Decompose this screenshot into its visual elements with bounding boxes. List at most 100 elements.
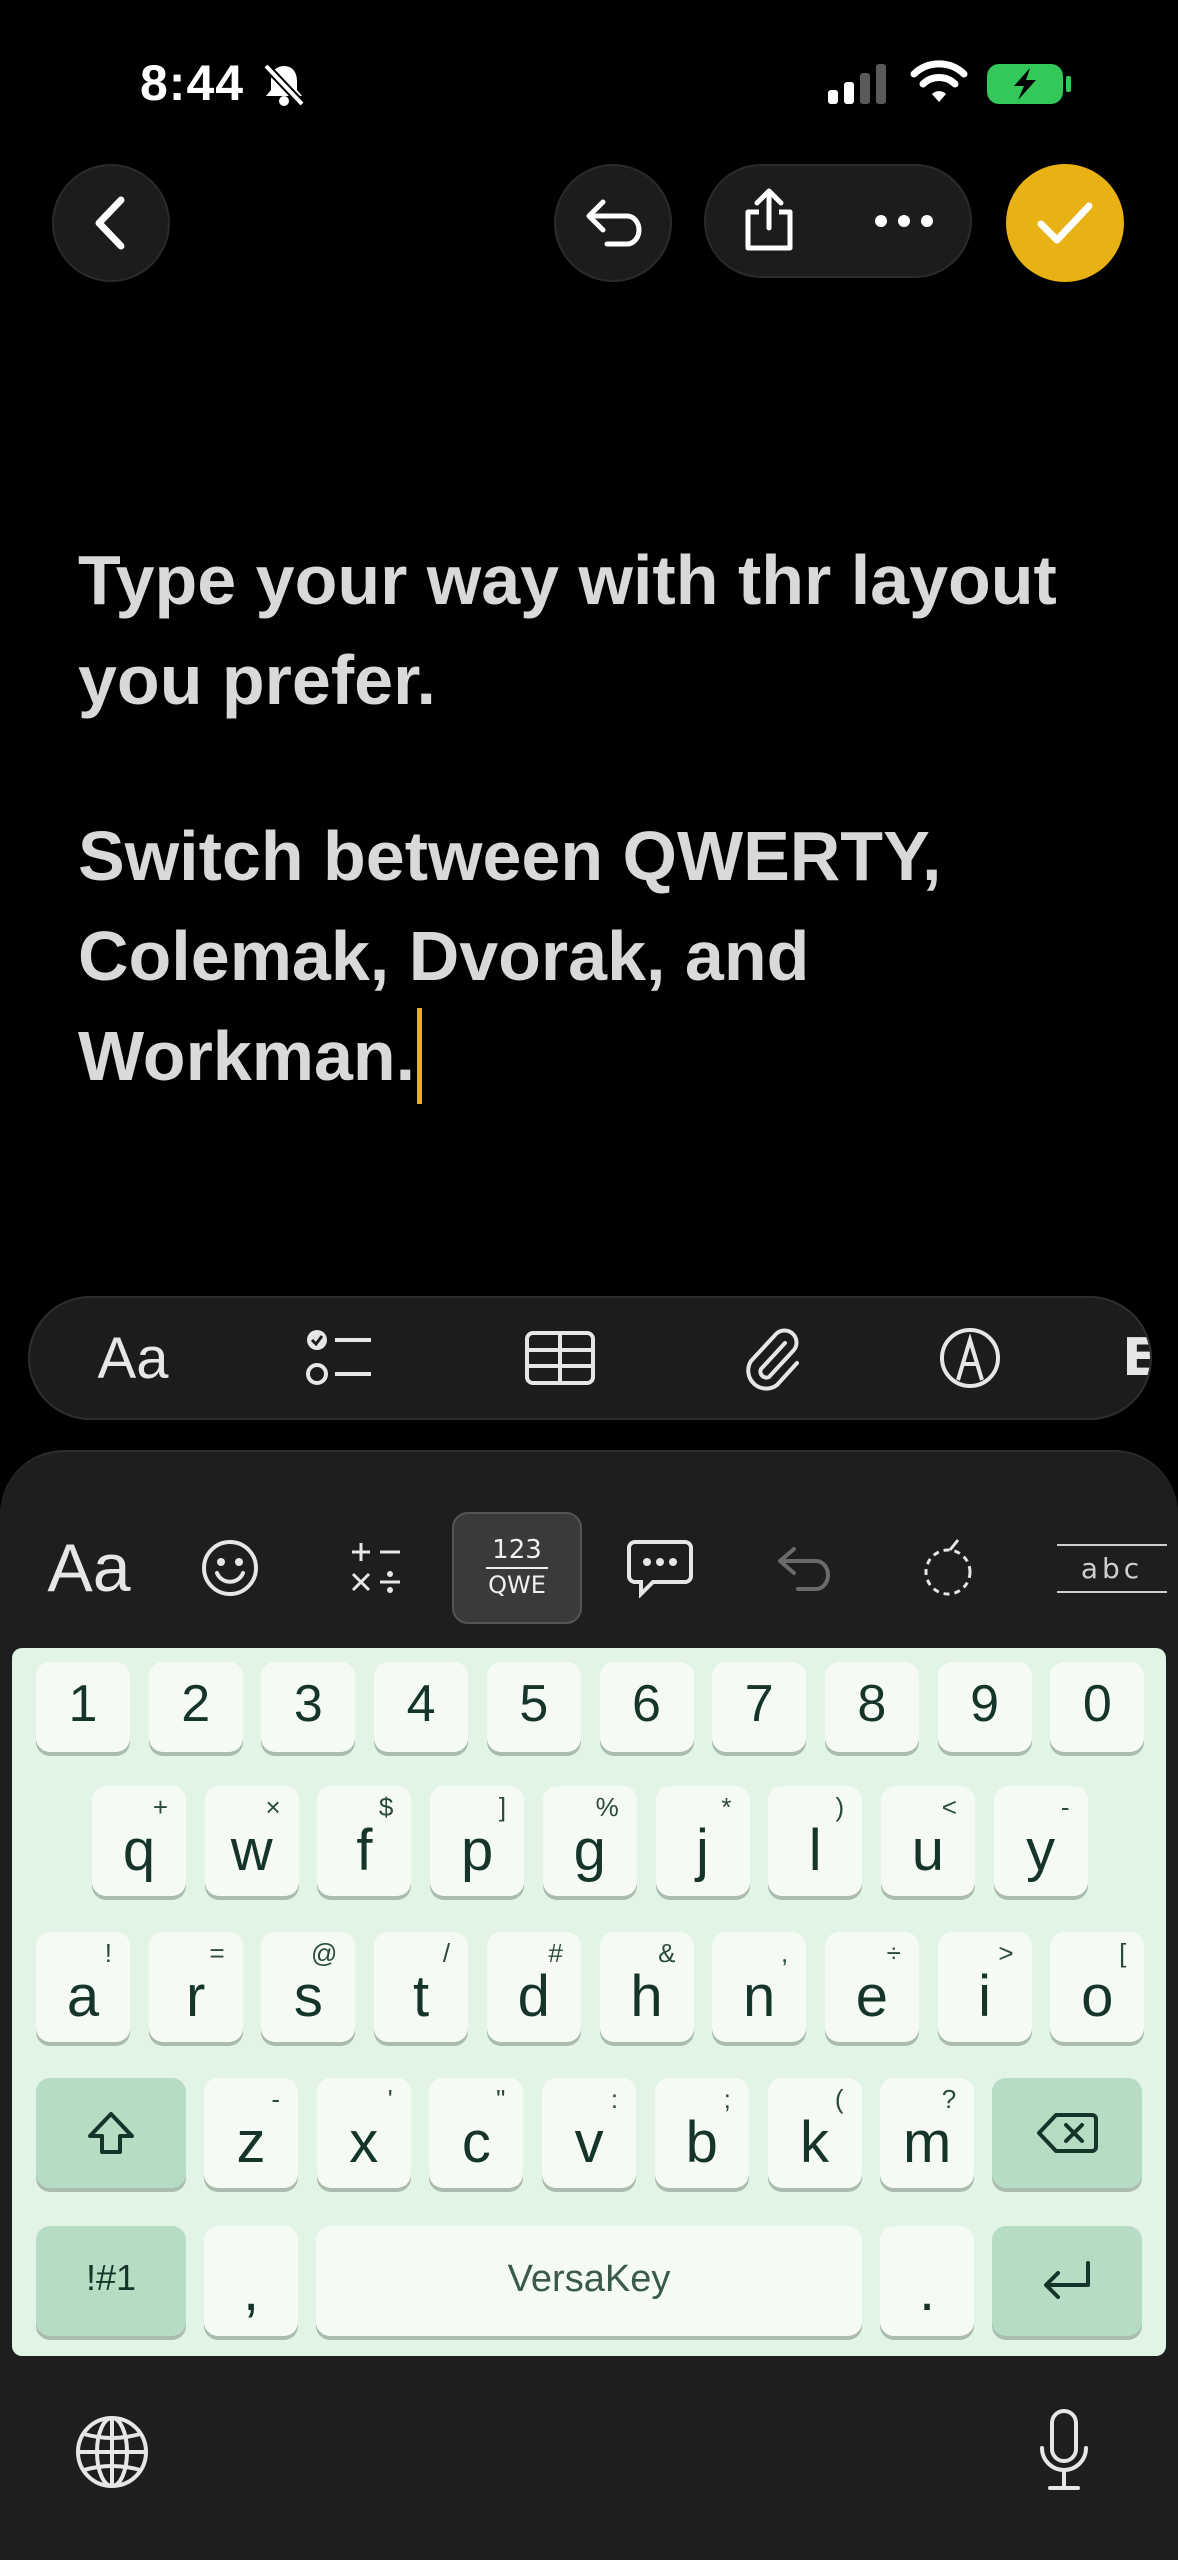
layout-toggle-button[interactable]: 123 QWE: [452, 1512, 582, 1624]
key-7-label: 7: [744, 1675, 774, 1733]
checklist-button[interactable]: [280, 1298, 400, 1418]
shift-key[interactable]: [36, 2078, 186, 2188]
key-i[interactable]: i >: [937, 1932, 1032, 2042]
key-0[interactable]: 0: [1050, 1662, 1145, 1752]
symbols-key[interactable]: !#1: [36, 2226, 186, 2336]
calculator-button[interactable]: [336, 1510, 416, 1626]
key-u[interactable]: u <: [880, 1786, 975, 1896]
key-c-label: c: [461, 2110, 491, 2175]
key-d[interactable]: d #: [486, 1932, 581, 2042]
key-x[interactable]: x ': [316, 2078, 411, 2188]
format-toolbar-overflow-item[interactable]: E: [1110, 1298, 1150, 1418]
lasso-icon: [924, 1539, 972, 1596]
period-key[interactable]: .: [880, 2226, 974, 2336]
key-r[interactable]: r =: [148, 1932, 243, 2042]
key-j[interactable]: j *: [655, 1786, 750, 1896]
share-icon[interactable]: [742, 188, 796, 254]
table-button[interactable]: [500, 1298, 620, 1418]
key-9[interactable]: 9: [937, 1662, 1032, 1752]
key-g[interactable]: g%: [542, 1786, 637, 1896]
key-z[interactable]: z-: [204, 2078, 298, 2188]
key-6-label: 6: [632, 1675, 661, 1733]
key-f[interactable]: f $: [317, 1786, 412, 1896]
key-h[interactable]: h &: [599, 1932, 694, 2042]
key-l-label: l: [808, 1818, 822, 1883]
return-key[interactable]: [992, 2226, 1142, 2336]
markup-button[interactable]: [910, 1298, 1030, 1418]
key-1[interactable]: 1: [36, 1662, 130, 1752]
key-i-alt-label: >: [998, 1938, 1014, 1968]
key-7[interactable]: 7: [712, 1662, 807, 1752]
abc-layout-button[interactable]: abc: [1052, 1510, 1172, 1626]
key-b[interactable]: b;: [654, 2078, 749, 2188]
key-g-alt-label: %: [595, 1792, 619, 1822]
key-0-label: 0: [1082, 1675, 1112, 1733]
share-more-group: [704, 164, 972, 278]
keyboard-text-style-button[interactable]: Aa: [44, 1510, 134, 1626]
key-c[interactable]: c ": [429, 2078, 524, 2188]
key-u-label: u: [911, 1818, 945, 1883]
key-2[interactable]: 2: [148, 1662, 243, 1752]
key-3[interactable]: 3: [261, 1662, 356, 1752]
key-s[interactable]: s @: [261, 1932, 356, 2042]
smiley-icon: [202, 1540, 258, 1596]
key-n-label: n: [743, 1964, 776, 2029]
dictation-button[interactable]: [1036, 2408, 1092, 2498]
delete-key[interactable]: [992, 2078, 1142, 2188]
chevron-left-icon: [95, 196, 125, 250]
key-8[interactable]: 8: [824, 1662, 919, 1752]
key-r-label: r: [186, 1964, 206, 2029]
lasso-button[interactable]: [908, 1510, 988, 1626]
key-p[interactable]: p]: [430, 1786, 525, 1896]
keyboard-undo-button[interactable]: [764, 1510, 844, 1626]
key-q[interactable]: q +: [92, 1786, 186, 1896]
key-m[interactable]: m?: [880, 2078, 975, 2188]
key-b-label: b: [685, 2110, 718, 2175]
comma-key-label: ,: [242, 2258, 260, 2323]
back-button[interactable]: [52, 164, 170, 282]
key-v[interactable]: v:: [542, 2078, 637, 2188]
checkmark-icon: [1037, 202, 1093, 244]
emoji-button[interactable]: [190, 1510, 270, 1626]
status-time: 8:44: [140, 55, 245, 111]
key-t[interactable]: t /: [374, 1932, 469, 2042]
table-icon: [525, 1331, 595, 1385]
key-e[interactable]: e ÷: [824, 1932, 919, 2042]
key-6[interactable]: 6: [599, 1662, 694, 1752]
key-4[interactable]: 4: [374, 1662, 469, 1752]
text-cursor: [417, 1008, 423, 1104]
key-o-label: o: [1081, 1964, 1114, 2029]
key-y-alt-label: -: [1060, 1792, 1070, 1822]
key-d-label: d: [517, 1964, 550, 2029]
key-n[interactable]: n,: [712, 1932, 807, 2042]
calculator-icon: [351, 1543, 400, 1593]
done-button[interactable]: [1006, 164, 1124, 282]
key-l-alt-label: ): [835, 1792, 845, 1822]
key-9-label: 9: [970, 1675, 1000, 1733]
key-5[interactable]: 5: [486, 1662, 581, 1752]
note-editor[interactable]: Type your way with thr layout you prefer…: [78, 530, 1118, 1182]
key-l[interactable]: l): [768, 1786, 863, 1896]
more-icon[interactable]: [874, 214, 934, 228]
key-k[interactable]: k(: [767, 2078, 862, 2188]
key-2-label: 2: [181, 1675, 211, 1733]
key-z-label: z: [236, 2110, 266, 2175]
key-x-alt-label: ': [387, 2084, 393, 2114]
key-a[interactable]: a!: [36, 1932, 130, 2042]
space-key-label: VersaKey: [507, 2258, 671, 2300]
key-d-alt-label: #: [548, 1938, 563, 1968]
undo-button[interactable]: [554, 164, 672, 282]
space-key[interactable]: VersaKey: [316, 2226, 862, 2336]
comma-key[interactable]: ,: [204, 2226, 298, 2336]
cellular-signal-icon: [826, 62, 892, 110]
bell-off-icon: [260, 62, 308, 110]
attachment-button[interactable]: [712, 1298, 832, 1418]
switch-keyboard-button[interactable]: [74, 2414, 150, 2494]
key-m-alt-label: ?: [941, 2084, 957, 2114]
shift-icon: [88, 2112, 134, 2154]
snippets-button[interactable]: [620, 1510, 700, 1626]
key-w[interactable]: w ×: [204, 1786, 299, 1896]
key-y[interactable]: y-: [993, 1786, 1088, 1896]
text-style-button[interactable]: Aa: [68, 1298, 198, 1418]
key-o[interactable]: o[: [1050, 1932, 1145, 2042]
